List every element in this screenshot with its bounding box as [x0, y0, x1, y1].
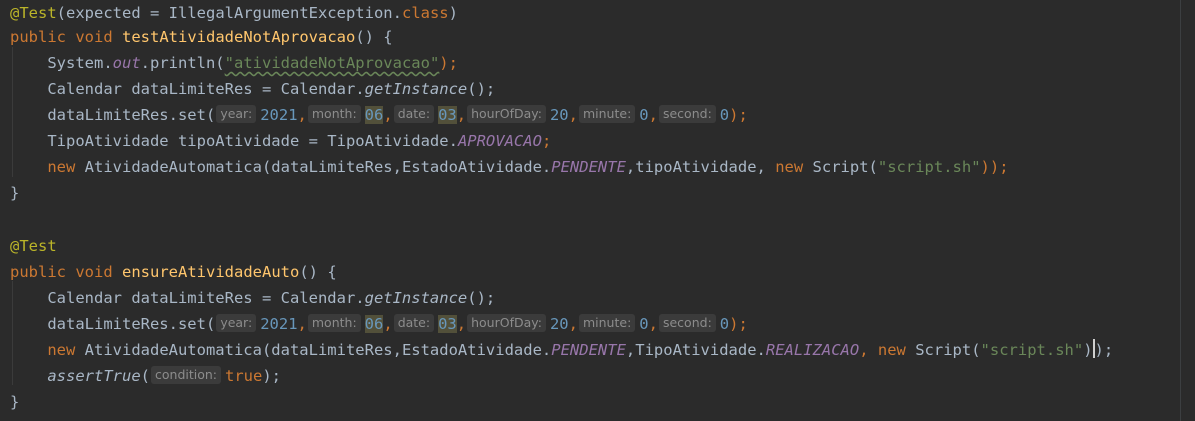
param-hint: year: [216, 314, 257, 332]
right-margin-guide [1180, 0, 1181, 421]
param-hint: hourOfDay: [467, 314, 546, 332]
code-line-4[interactable]: Calendar dataLimiteRes = Calendar.getIns… [10, 76, 495, 102]
code-line-7[interactable]: new AtividadeAutomatica(dataLimiteRes,Es… [10, 154, 1008, 180]
code-line-1[interactable]: @Test(expected = IllegalArgumentExceptio… [10, 0, 458, 26]
code-line-10[interactable]: @Test [10, 233, 57, 259]
code-line-2[interactable]: public void testAtividadeNotAprovacao() … [10, 24, 393, 50]
param-hint: date: [393, 105, 435, 123]
code-editor[interactable]: @Test(expected = IllegalArgumentExceptio… [0, 0, 1180, 421]
method-name[interactable]: testAtividadeNotAprovacao [122, 28, 355, 46]
code-line-14[interactable]: new AtividadeAutomatica(dataLimiteRes,Es… [10, 337, 1113, 363]
param-hint: month: [307, 314, 361, 332]
param-hint: minute: [578, 105, 636, 123]
code-line-8[interactable]: } [10, 180, 19, 206]
code-line-6[interactable]: TipoAtividade tipoAtividade = TipoAtivid… [10, 128, 551, 154]
code-line-16[interactable]: } [10, 389, 19, 415]
param-hint: condition: [151, 366, 222, 384]
method-name[interactable]: ensureAtividadeAuto [122, 263, 299, 281]
param-hint: second: [658, 314, 716, 332]
param-hint: date: [393, 314, 435, 332]
param-hint: hourOfDay: [467, 105, 546, 123]
annotation: @Test [10, 4, 57, 22]
code-line-5[interactable]: dataLimiteRes.set(year: 2021, month: 06, dat… [10, 102, 748, 128]
annotation: @Test [10, 237, 57, 255]
string-literal: "atividadeNotAprovacao" [224, 54, 440, 72]
code-line-11[interactable]: public void ensureAtividadeAuto() { [10, 259, 337, 285]
code-line-15[interactable]: assertTrue(condition: true); [10, 363, 281, 389]
code-line-12[interactable]: Calendar dataLimiteRes = Calendar.getIns… [10, 285, 495, 311]
param-hint: month: [307, 105, 361, 123]
code-line-3[interactable]: System.out.println("atividadeNotAprovaca… [10, 50, 458, 76]
code-line-13[interactable]: dataLimiteRes.set(year: 2021, month: 06, dat… [10, 311, 748, 337]
param-hint: second: [658, 105, 716, 123]
param-hint: year: [216, 105, 257, 123]
param-hint: minute: [578, 314, 636, 332]
